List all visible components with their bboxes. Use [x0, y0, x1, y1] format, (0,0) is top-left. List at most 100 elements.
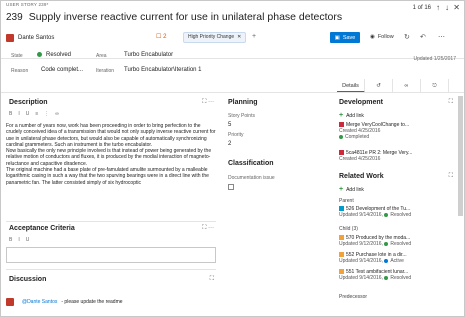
work-item-form: USER STORY 239* 239 Supply inverse react… — [0, 0, 465, 317]
link-status: Resolved — [390, 275, 412, 282]
dev-link-created: Created 4/25/2016 — [339, 156, 381, 163]
dev-link-title: 5ca4811e PR 2: Merge Very... — [346, 150, 413, 156]
development-add-link[interactable]: + Add link — [339, 112, 364, 119]
acceptance-italic-icon[interactable]: I — [18, 237, 19, 243]
tab-details[interactable]: Details — [337, 79, 365, 93]
classification-title: Classification — [228, 160, 274, 167]
feature-icon — [339, 206, 344, 212]
pager-text: 1 of 16 — [412, 4, 431, 11]
tag-high-priority[interactable]: High Priority Change ✕ — [183, 32, 247, 43]
plus-icon: + — [339, 112, 344, 119]
tab-links[interactable]: ∞ — [393, 79, 421, 93]
right-column: Development ⛶ + Add link Merge VeryCoolC… — [337, 95, 459, 316]
numbered-list-icon[interactable]: ⋮ — [44, 111, 49, 117]
link-title: Test ambifacient lunar... — [355, 269, 409, 275]
acceptance-underline-icon[interactable]: U — [26, 237, 30, 243]
iteration-value[interactable]: Turbo Encabulator\Iteration 1 — [124, 67, 202, 73]
prev-arrow-icon[interactable]: ↑ — [436, 3, 440, 12]
save-icon: ▣ — [334, 34, 340, 41]
refresh-icon[interactable]: ↻ — [404, 33, 410, 41]
comment-icon: ☐ — [156, 34, 162, 40]
dev-link-item[interactable]: Merge VeryCoolChange to... Created 4/25/… — [339, 122, 457, 141]
comment-avatar — [6, 298, 14, 306]
plus-icon: + — [339, 186, 344, 193]
next-arrow-icon[interactable]: ↓ — [445, 3, 449, 12]
link-id: 552 — [346, 252, 355, 258]
underline-icon[interactable]: U — [26, 111, 30, 117]
assignee[interactable]: Dante Santos — [18, 35, 54, 41]
iteration-label: Iteration — [96, 68, 115, 74]
link-icon: ∞ — [404, 83, 409, 89]
dev-link-status-text: Completed — [345, 134, 370, 141]
list-icon[interactable]: ≡ — [35, 111, 38, 117]
doc-issue-checkbox[interactable] — [228, 184, 234, 190]
link-status: Resolved — [390, 212, 412, 219]
close-icon[interactable]: ✕ — [453, 3, 460, 12]
save-label: Save — [342, 34, 356, 41]
desc-paragraph-2: Now basically the only new principle inv… — [6, 148, 212, 167]
italic-icon[interactable]: I — [18, 111, 19, 117]
link-id: 526 — [346, 206, 355, 212]
acceptance-bold-icon[interactable]: B — [9, 237, 12, 243]
divider — [6, 269, 216, 270]
undo-icon[interactable]: ↶ — [420, 33, 426, 41]
link-title: Purchase lote in a dir... — [355, 252, 407, 258]
development-expand-icon[interactable]: ⛶ — [449, 99, 453, 106]
related-expand-icon[interactable]: ⛶ — [449, 173, 453, 180]
state-text: Resolved — [46, 52, 72, 59]
parent-link-item[interactable]: 526 Development of the Tu... Updated 9/1… — [339, 206, 457, 218]
link-insert-icon[interactable]: ∞ — [55, 111, 59, 117]
save-button[interactable]: ▣ Save — [330, 32, 360, 43]
related-work-title: Related Work — [339, 173, 384, 180]
follow-button[interactable]: ◉ Follow — [370, 34, 394, 40]
child-group-label: Child (3) — [339, 226, 358, 232]
related-add-link[interactable]: + Add link — [339, 186, 364, 193]
more-actions-icon[interactable]: ⋯ — [438, 33, 445, 41]
bold-icon[interactable]: B — [9, 111, 12, 117]
reason-value[interactable]: Code complet... — [41, 67, 83, 73]
discussion-expand-icon[interactable]: ⛶ — [210, 276, 214, 283]
tab-bar: Details ↺ ∞ ⎋ — [337, 79, 449, 93]
child-link-item[interactable]: 551 Test ambifacient lunar... Updated 9/… — [339, 269, 457, 281]
child-link-item[interactable]: 552 Purchase lote in a dir... Updated 9/… — [339, 252, 457, 264]
link-date: Updated 9/14/2016, — [339, 212, 383, 219]
link-date: Updated 9/14/2016, — [339, 258, 383, 265]
tag-remove-icon[interactable]: ✕ — [237, 33, 241, 42]
story-points-value[interactable]: 5 — [228, 122, 231, 128]
middle-column: Planning Story Points 5 Priority 2 Class… — [228, 95, 328, 316]
add-tag-icon[interactable]: + — [252, 33, 256, 40]
child-link-item[interactable]: 570 Produced by the moda... Updated 9/12… — [339, 235, 457, 247]
attachment-icon: ⎋ — [432, 83, 437, 89]
work-item-title[interactable]: Supply inverse reactive current for use … — [29, 11, 342, 23]
avatar — [6, 34, 14, 42]
comment-count-value: 2 — [163, 34, 167, 40]
comment-mention[interactable]: @Dante Santos — [22, 299, 57, 305]
development-title: Development — [339, 99, 383, 106]
status-dot — [384, 258, 389, 263]
acceptance-expand-icon[interactable]: ⛶ ⋯ — [202, 225, 214, 232]
reason-label: Reason — [11, 68, 29, 74]
comment-count[interactable]: ☐ 2 — [156, 33, 166, 40]
eye-icon: ◉ — [370, 34, 375, 40]
link-title: Produced by the moda... — [355, 235, 411, 241]
dev-link-item[interactable]: 5ca4811e PR 2: Merge Very... Created 4/2… — [339, 150, 457, 162]
updated-text: Updated 1/25/2017 — [413, 56, 456, 62]
planning-title: Planning — [228, 99, 258, 106]
link-status: Resolved — [390, 241, 412, 248]
priority-value[interactable]: 2 — [228, 141, 231, 147]
priority-label: Priority — [228, 132, 244, 138]
area-value[interactable]: Turbo Encabulator — [124, 52, 173, 58]
commit-icon — [339, 122, 344, 128]
acceptance-editor[interactable] — [6, 247, 216, 263]
area-label: Area — [96, 53, 107, 59]
expand-icon[interactable]: ⛶ ⋯ — [202, 99, 214, 106]
follow-label: Follow — [377, 34, 394, 40]
tab-attachments[interactable]: ⎋ — [421, 79, 449, 93]
work-item-id: 239 — [6, 12, 23, 23]
description-editor[interactable]: For a number of years now, work has been… — [6, 123, 216, 222]
scrollbar[interactable] — [458, 96, 463, 216]
tab-history[interactable]: ↺ — [365, 79, 393, 93]
tab-divider — [1, 92, 464, 93]
state-value[interactable]: Resolved — [37, 52, 71, 58]
left-column: Description ⛶ ⋯ B I U ≡ ⋮ ∞ For a number… — [6, 95, 216, 316]
